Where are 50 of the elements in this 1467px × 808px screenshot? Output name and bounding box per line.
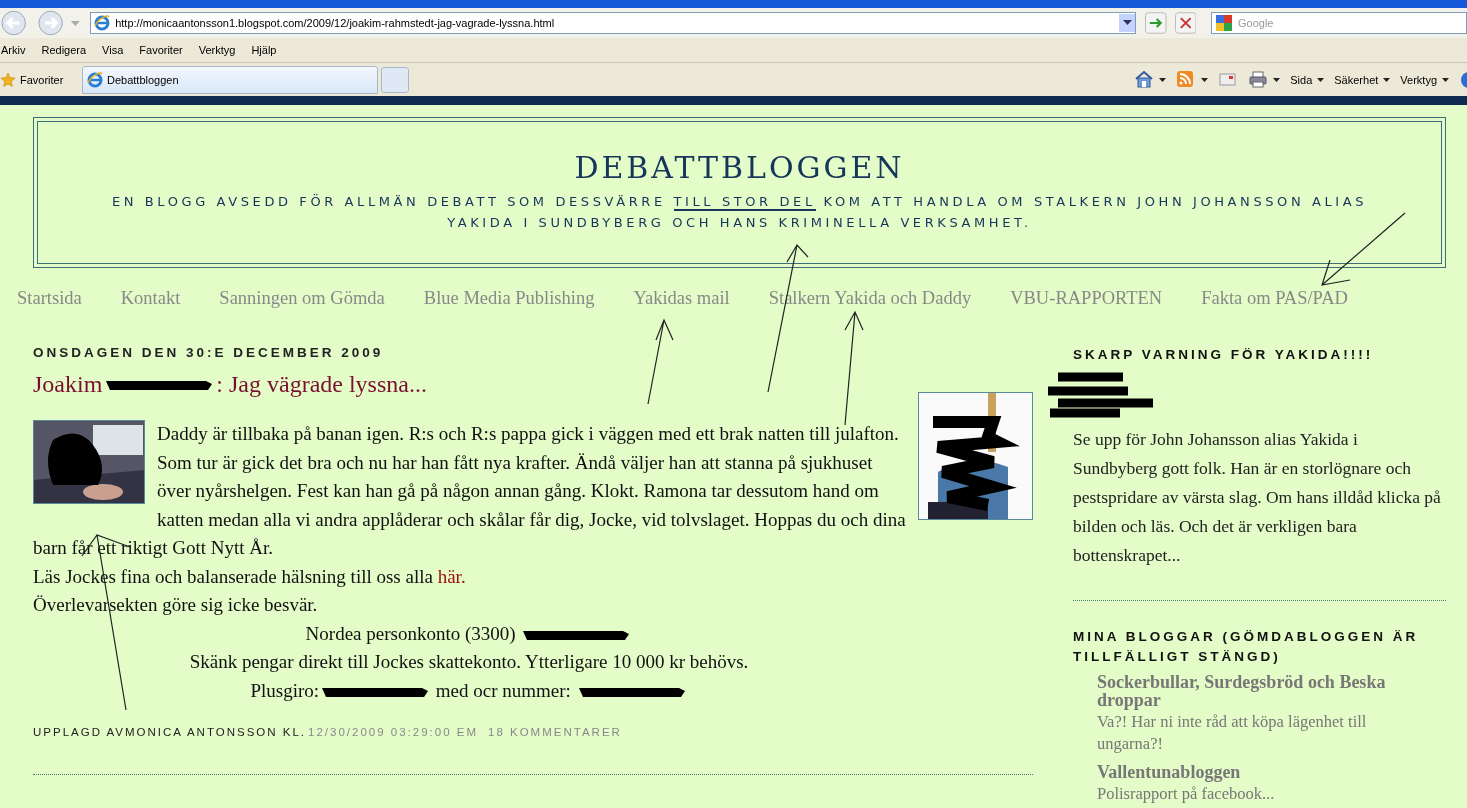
menu-item[interactable]: Verktyg — [198, 44, 236, 56]
blog-snippet: Va?! Har ni inte råd att köpa lägenhet till ungarna?! — [1097, 711, 1368, 755]
caret-icon — [1383, 77, 1391, 82]
toolbar-menu[interactable]: Sida — [1290, 73, 1325, 86]
favorites-button[interactable]: Favoriter — [0, 71, 78, 88]
post-title[interactable]: Joakim : Jag vägrade lyssna... — [33, 371, 427, 398]
caret-icon — [1442, 77, 1449, 82]
menu-item[interactable]: Hjälp — [251, 44, 277, 56]
stop-button[interactable] — [1174, 12, 1196, 34]
browser-tab[interactable]: Debattbloggen — [82, 65, 378, 94]
centered-line: Skänk pengar direkt till Jockes skattekonto. Ytterligare 10 000 kr behövs. — [188, 650, 750, 674]
browser-icon — [94, 15, 111, 31]
link[interactable]: här. — [437, 565, 466, 587]
menu-item[interactable]: Arkiv — [1, 44, 26, 56]
print-icon — [1248, 70, 1269, 89]
blog-snippet: Polisrapport på facebook... — [1097, 783, 1276, 805]
mail-button[interactable] — [1218, 70, 1239, 89]
date-heading: ONSDAGEN DEN 30:E DECEMBER 2009 — [33, 345, 385, 360]
widget-text: Se upp för John Johansson alias Yakida i Sundbyberg gott folk. Han är en storlögnare och pestspridare av värsta slag. Om hans illdåd klicka på bilden och läs. Och det är verkligen bara bottenskrapet... — [1073, 428, 1442, 567]
caret-icon — [1159, 77, 1167, 82]
centered-line: Plusgiro: med ocr nummer: — [33, 676, 905, 705]
post-author: UPPLAGD AVMONICA ANTONSSON KL. — [33, 726, 307, 738]
menu-item[interactable]: Redigera — [41, 44, 87, 56]
star-icon — [0, 71, 16, 88]
widget-heading: MINA BLOGGAR (GÖMDABLOGGEN ÄR TILLFÄLLIGT STÄNGD) — [1073, 628, 1420, 666]
menu-item[interactable]: Visa — [102, 44, 124, 56]
browser-icon — [87, 71, 103, 88]
home-button[interactable] — [1134, 70, 1167, 89]
caret-icon — [1317, 77, 1325, 82]
toolbar-menu[interactable]: Verktyg — [1400, 73, 1449, 86]
toolbar-menu[interactable]: Säkerhet — [1334, 73, 1391, 86]
blog-link[interactable]: Vallentunabloggen — [1097, 763, 1397, 781]
blog-title[interactable]: DEBATTBLOGGEN — [574, 150, 905, 185]
centered-line: Nordea personkonto (3300) — [33, 619, 905, 648]
rss-button[interactable] — [1176, 70, 1209, 89]
address-field[interactable]: http://monicaantonsson1.blogspot.com/2009/12/joakim-rahmstedt-jag-vagrade-lyssna.html — [90, 12, 1136, 34]
mail-icon — [1218, 70, 1239, 89]
menu-item[interactable]: Favoriter — [139, 44, 183, 56]
search-field[interactable]: Google — [1211, 12, 1467, 34]
print-button[interactable] — [1248, 70, 1281, 89]
caret-icon — [1122, 20, 1132, 26]
caret-icon — [1201, 77, 1209, 82]
widget-heading: SKARP VARNING FÖR YAKIDA!!!! — [1073, 346, 1375, 364]
dropdown-button[interactable] — [1119, 14, 1135, 32]
blog-description: EN BLOGG AVSEDD FÖR ALLMÄN DEBATT SOM DESSVÄRRE TILL STOR DEL KOM ATT HANDLA OM STALKERN JOHN JOHANSSON ALIAS YAKIDA I SUNDBYBERG OCH HANS KRIMINELLA VERKSAMHET. — [110, 193, 1369, 232]
go-button[interactable] — [1145, 12, 1167, 34]
google-icon — [1215, 14, 1233, 32]
blog-link[interactable]: Sockerbullar, Surdegsbröd och Beska droppar — [1097, 673, 1397, 709]
caret-icon — [1273, 77, 1281, 82]
home-icon — [1134, 70, 1155, 89]
